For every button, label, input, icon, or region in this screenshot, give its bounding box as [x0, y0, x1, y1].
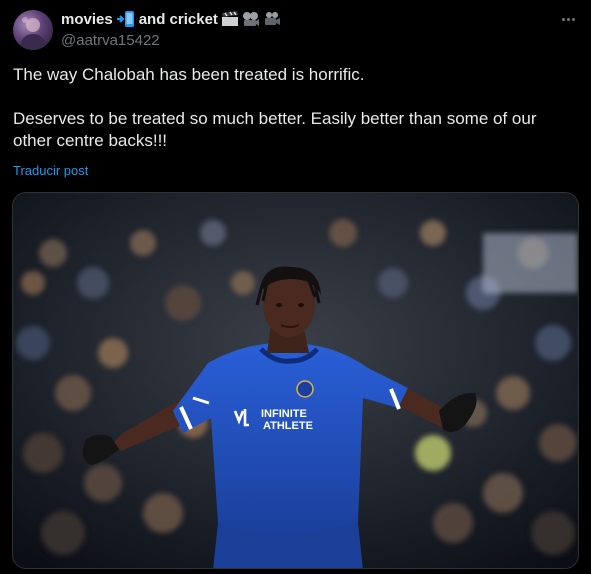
author-name-row[interactable]: movies and cricket	[61, 10, 281, 28]
projector-emoji	[242, 11, 260, 27]
clapper-board-emoji	[221, 11, 239, 27]
mobile-arrow-emoji	[116, 10, 136, 28]
movie-camera-emoji	[263, 11, 281, 27]
author-handle[interactable]: @aatrva15422	[61, 32, 160, 49]
post-media-image[interactable]: INFINITE ATHLETE	[12, 192, 579, 569]
post-text: The way Chalobah has been treated is hor…	[13, 64, 573, 152]
avatar[interactable]	[13, 10, 53, 50]
more-horizontal-icon[interactable]	[557, 10, 579, 28]
translate-post-link[interactable]: Traducir post	[13, 163, 88, 178]
author-name[interactable]: movies	[61, 11, 113, 28]
shirt-sponsor-line1: INFINITE	[261, 408, 307, 420]
shirt-sponsor-line2: ATHLETE	[263, 420, 313, 432]
author-name-suffix[interactable]: and cricket	[139, 11, 218, 28]
post-paragraph: Deserves to be treated so much better. E…	[13, 109, 537, 150]
post-paragraph: The way Chalobah has been treated is hor…	[13, 65, 365, 84]
